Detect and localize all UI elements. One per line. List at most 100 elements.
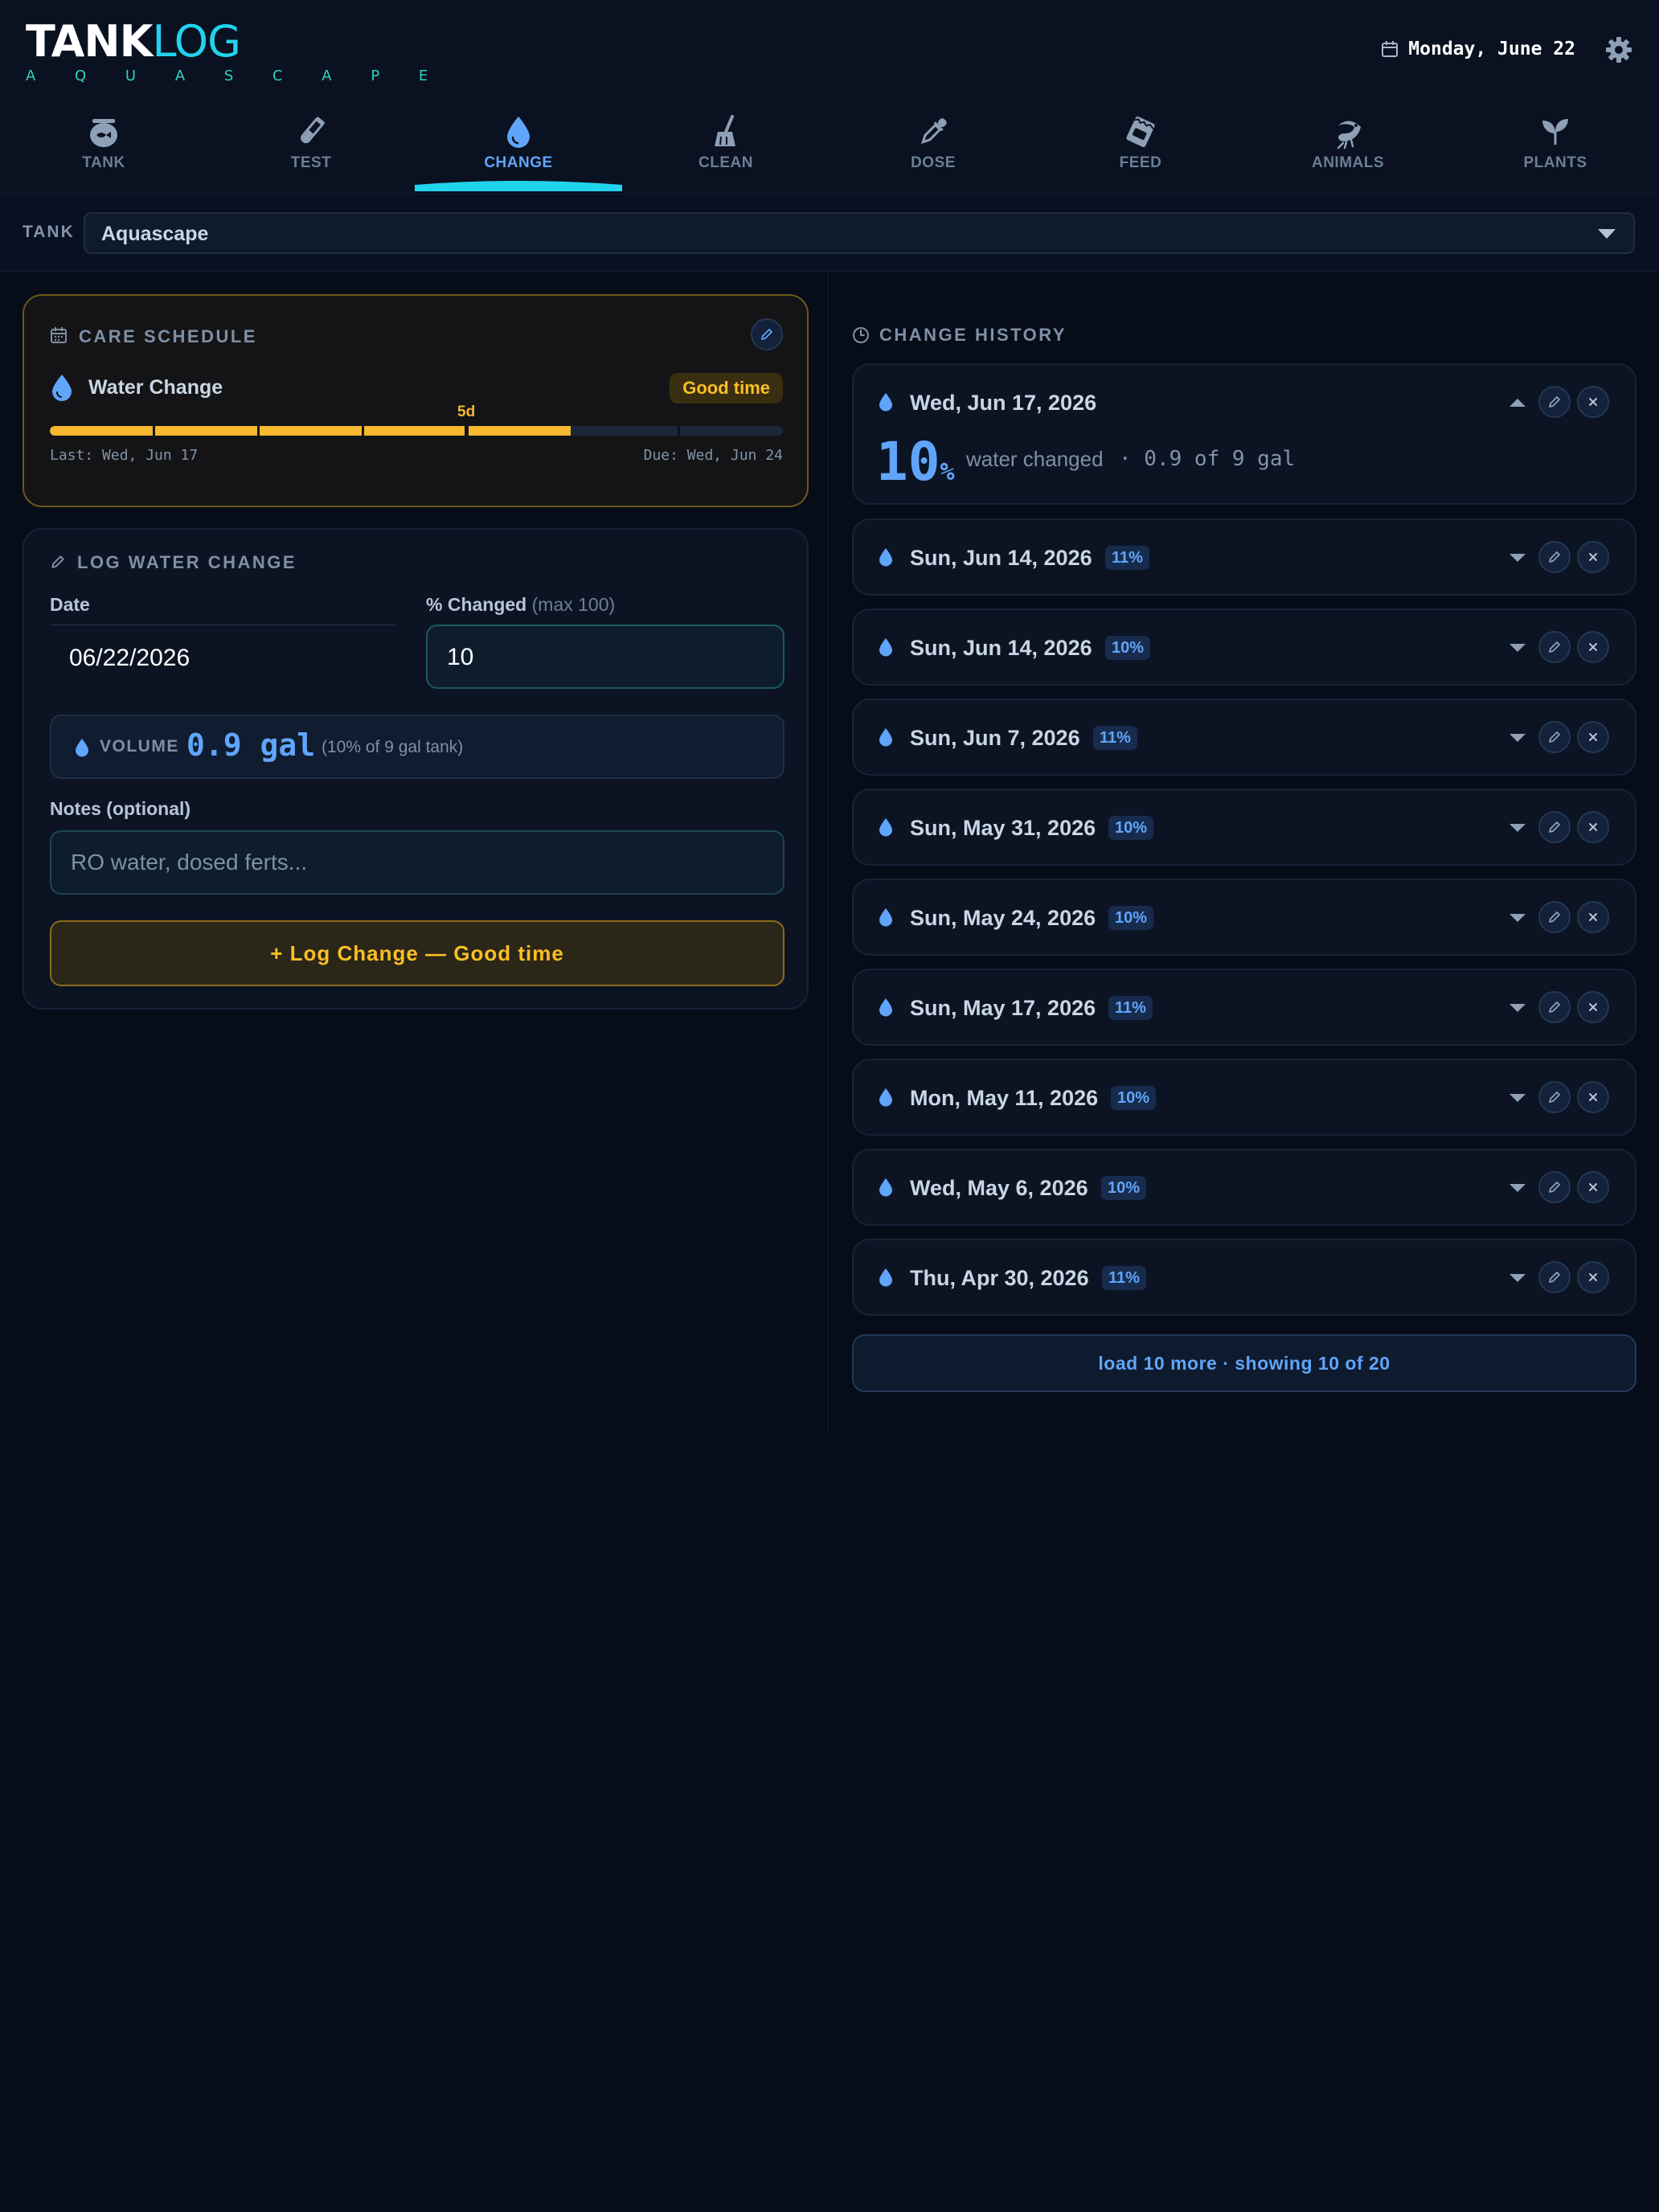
- tab-feed-label: FEED: [1119, 154, 1162, 171]
- schedule-progress-fill: [50, 426, 571, 436]
- chevron-down-icon[interactable]: [1509, 644, 1526, 652]
- tab-test[interactable]: TEST: [207, 96, 415, 194]
- progress-tick: [678, 426, 680, 436]
- water-drop-icon: [878, 637, 894, 657]
- gear-icon[interactable]: [1604, 35, 1633, 64]
- due-date: Due: Wed, Jun 24: [643, 447, 783, 464]
- edit-entry-button[interactable]: [1538, 991, 1571, 1023]
- tab-feed[interactable]: FEED: [1037, 96, 1244, 194]
- tank-label: TANK: [23, 223, 75, 241]
- pct-changed-label-text: % Changed: [426, 594, 527, 615]
- chevron-up-icon[interactable]: [1509, 399, 1526, 407]
- fishbowl-icon: [90, 119, 117, 147]
- tab-change-label: CHANGE: [484, 154, 553, 171]
- chevron-down-icon[interactable]: [1509, 824, 1526, 832]
- history-entry[interactable]: Sun, Jun 14, 2026 10%: [852, 608, 1636, 686]
- delete-entry-button[interactable]: [1577, 1171, 1609, 1203]
- chevron-down-icon[interactable]: [1509, 1184, 1526, 1192]
- water-drop-icon: [878, 1178, 894, 1197]
- delete-entry-button[interactable]: [1577, 386, 1609, 418]
- broom-icon: [715, 115, 735, 146]
- history-entry[interactable]: Sun, Jun 14, 2026 11%: [852, 518, 1636, 596]
- history-entry[interactable]: Sun, May 17, 2026 11%: [852, 969, 1636, 1046]
- close-icon: [1587, 1002, 1599, 1013]
- tab-dose-label: DOSE: [911, 154, 956, 171]
- current-date: Monday, June 22: [1381, 39, 1575, 59]
- water-drop-icon: [878, 1088, 894, 1107]
- date-input[interactable]: 06/22/2026: [50, 625, 395, 681]
- chevron-down-icon: [1598, 229, 1616, 239]
- tab-change[interactable]: CHANGE: [415, 96, 622, 194]
- chevron-down-icon[interactable]: [1509, 914, 1526, 922]
- close-icon: [1587, 641, 1599, 653]
- water-drop-icon: [878, 997, 894, 1017]
- edit-entry-button[interactable]: [1538, 541, 1571, 573]
- history-entry[interactable]: Sun, May 31, 2026 10%: [852, 789, 1636, 866]
- history-entry-expanded[interactable]: Wed, Jun 17, 2026 10% water changed · 0.…: [852, 363, 1636, 505]
- chevron-down-icon[interactable]: [1509, 554, 1526, 562]
- notes-input[interactable]: RO water, dosed ferts...: [50, 830, 784, 895]
- delete-entry-button[interactable]: [1577, 901, 1609, 933]
- tank-select[interactable]: Aquascape: [84, 212, 1635, 254]
- close-icon: [1587, 1182, 1599, 1193]
- delete-entry-button[interactable]: [1577, 541, 1609, 573]
- water-drop-icon: [879, 393, 892, 412]
- calendar-icon: [1381, 40, 1399, 58]
- tab-dose[interactable]: DOSE: [830, 96, 1037, 194]
- delete-entry-button[interactable]: [1577, 721, 1609, 753]
- pct-badge: 10%: [1105, 636, 1151, 660]
- date-text: Monday, June 22: [1408, 39, 1575, 59]
- chevron-down-icon[interactable]: [1509, 734, 1526, 742]
- edit-entry-button[interactable]: [1538, 1261, 1571, 1293]
- water-drop-icon: [878, 547, 894, 567]
- edit-entry-button[interactable]: [1538, 386, 1571, 418]
- pencil-icon: [1547, 550, 1562, 564]
- clock-icon: [853, 327, 869, 343]
- history-entry[interactable]: Mon, May 11, 2026 10%: [852, 1059, 1636, 1136]
- pencil-icon: [1547, 910, 1562, 924]
- chevron-down-icon[interactable]: [1509, 1004, 1526, 1012]
- edit-schedule-button[interactable]: [751, 318, 783, 350]
- delete-entry-button[interactable]: [1577, 1261, 1609, 1293]
- pct-badge: 11%: [1102, 1266, 1146, 1290]
- edit-entry-button[interactable]: [1538, 1171, 1571, 1203]
- delete-entry-button[interactable]: [1577, 991, 1609, 1023]
- today-marker: [465, 421, 467, 439]
- pct-changed-input[interactable]: 10: [426, 625, 784, 689]
- history-entry[interactable]: Wed, May 6, 2026 10%: [852, 1149, 1636, 1226]
- delete-entry-button[interactable]: [1577, 631, 1609, 663]
- logo-log: LOG: [152, 16, 241, 67]
- history-entry[interactable]: Sun, May 24, 2026 10%: [852, 879, 1636, 956]
- history-entry-date: Thu, Apr 30, 2026: [910, 1266, 1089, 1290]
- edit-entry-button[interactable]: [1538, 631, 1571, 663]
- history-entry[interactable]: Thu, Apr 30, 2026 11%: [852, 1239, 1636, 1316]
- pct-badge: 11%: [1105, 546, 1149, 570]
- history-entry-date: Sun, Jun 14, 2026: [910, 636, 1092, 660]
- log-change-button[interactable]: + Log Change — Good time: [50, 920, 784, 986]
- volume-label: VOLUME: [100, 737, 179, 756]
- pencil-icon: [1547, 1090, 1562, 1104]
- chevron-down-icon[interactable]: [1509, 1094, 1526, 1102]
- edit-entry-button[interactable]: [1538, 1081, 1571, 1113]
- tab-animals[interactable]: ANIMALS: [1244, 96, 1452, 194]
- edit-entry-button[interactable]: [1538, 901, 1571, 933]
- history-entry-date: Sun, May 17, 2026: [910, 996, 1096, 1020]
- history-entry[interactable]: Sun, Jun 7, 2026 11%: [852, 698, 1636, 776]
- edit-entry-button[interactable]: [1538, 811, 1571, 843]
- log-water-change-card: LOG WATER CHANGE Date % Changed (max 100…: [23, 528, 809, 1010]
- active-tab-indicator: [415, 181, 622, 191]
- tab-clean[interactable]: CLEAN: [622, 96, 830, 194]
- edit-entry-button[interactable]: [1538, 721, 1571, 753]
- tab-plants[interactable]: PLANTS: [1452, 96, 1659, 194]
- tank-select-value: Aquascape: [101, 223, 209, 245]
- delete-entry-button[interactable]: [1577, 811, 1609, 843]
- pencil-icon: [1547, 820, 1562, 834]
- tab-tank[interactable]: TANK: [0, 96, 207, 194]
- delete-entry-button[interactable]: [1577, 1081, 1609, 1113]
- progress-tick: [257, 426, 260, 436]
- close-icon: [1587, 821, 1599, 833]
- chevron-down-icon[interactable]: [1509, 1274, 1526, 1282]
- pencil-icon: [1547, 1180, 1562, 1194]
- history-entry-date: Sun, May 31, 2026: [910, 816, 1096, 840]
- load-more-button[interactable]: load 10 more · showing 10 of 20: [852, 1334, 1636, 1392]
